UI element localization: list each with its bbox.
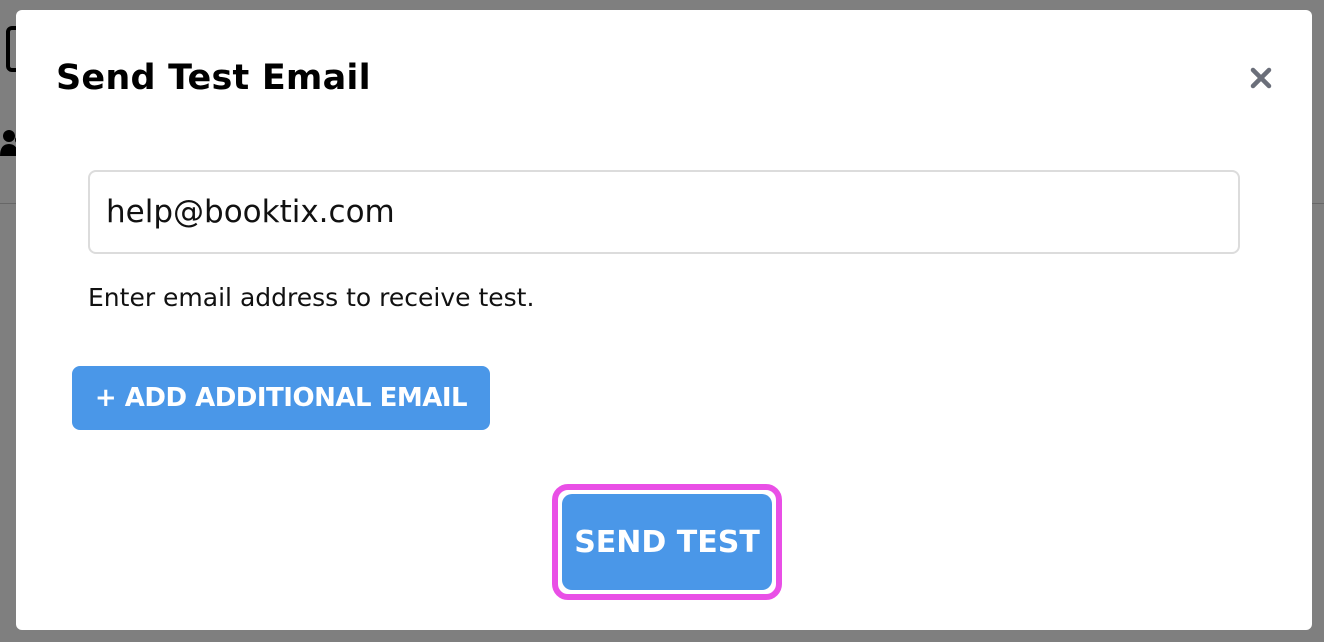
send-test-button[interactable]: SEND TEST	[562, 494, 772, 590]
modal-title: Send Test Email	[56, 58, 371, 98]
add-additional-email-button[interactable]: + ADD ADDITIONAL EMAIL	[72, 366, 490, 430]
email-helper-text: Enter email address to receive test.	[88, 283, 535, 312]
send-test-email-modal: Send Test Email Enter email address to r…	[16, 10, 1312, 630]
close-icon	[1249, 66, 1273, 93]
email-input[interactable]	[88, 170, 1240, 254]
close-button[interactable]	[1244, 62, 1278, 96]
